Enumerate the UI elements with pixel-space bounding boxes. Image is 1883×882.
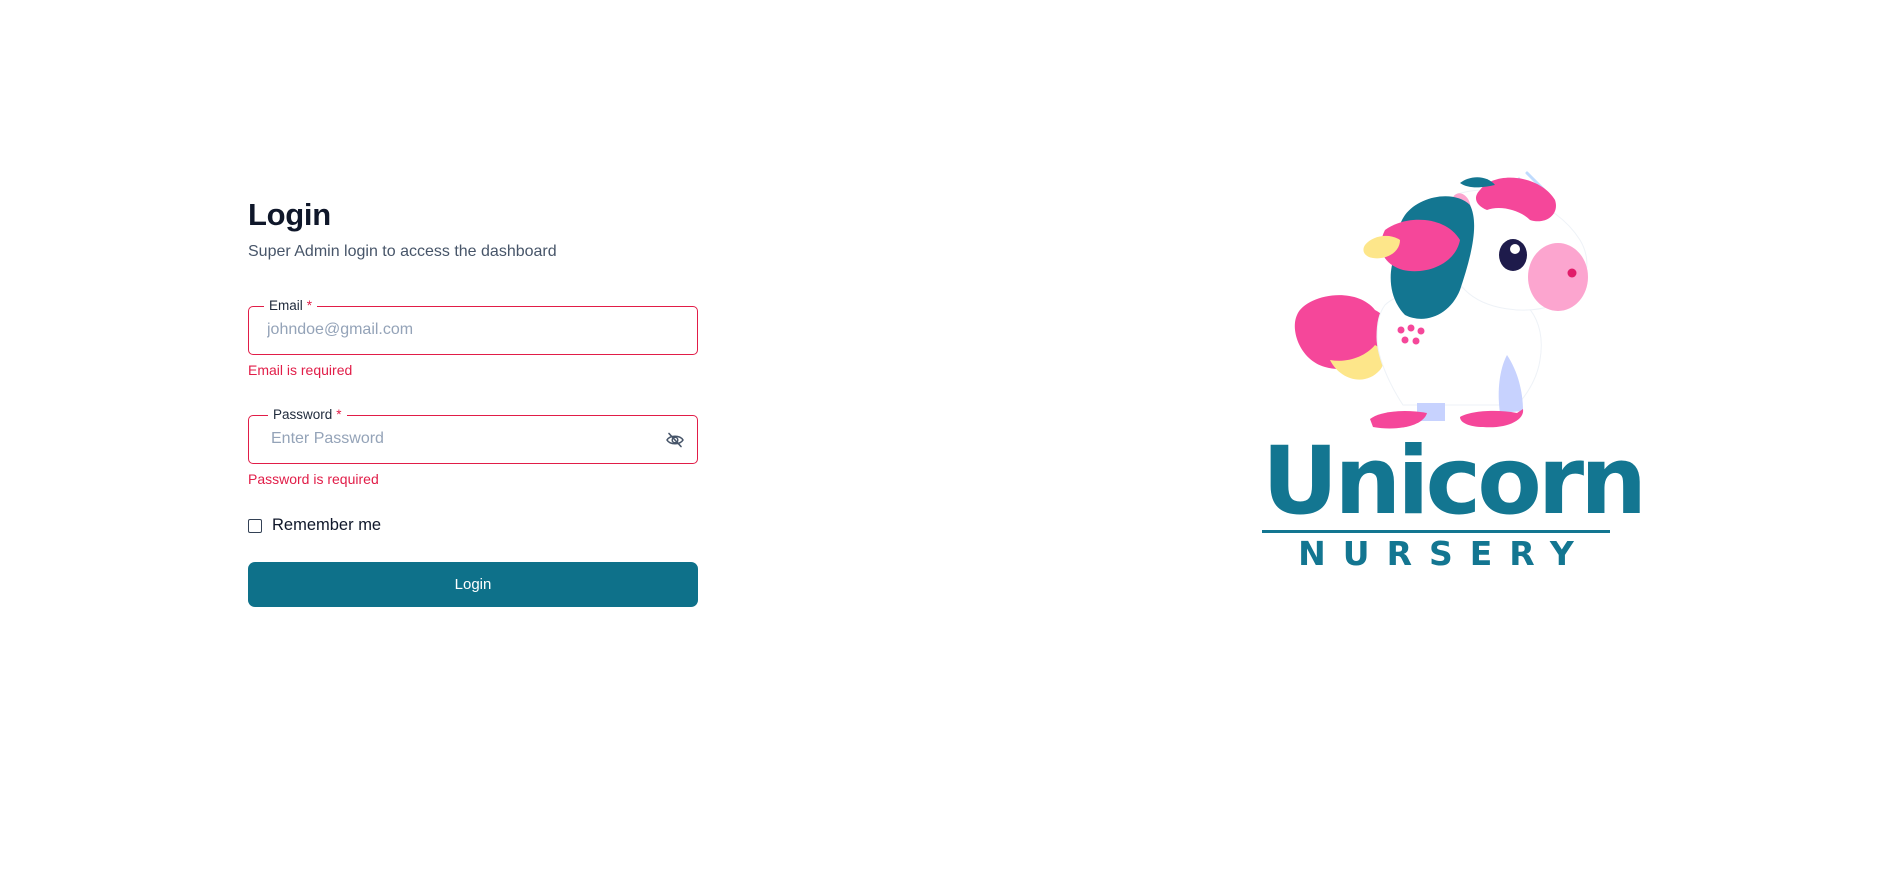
email-error: Email is required: [248, 362, 353, 378]
email-input[interactable]: [267, 307, 647, 353]
login-form: Login Super Admin login to access the da…: [248, 195, 698, 607]
password-field[interactable]: Password *: [248, 407, 698, 464]
email-field[interactable]: Email *: [248, 298, 698, 355]
page-subtitle: Super Admin login to access the dashboar…: [248, 243, 557, 260]
password-error: Password is required: [248, 471, 379, 487]
login-button[interactable]: Login: [248, 562, 698, 607]
password-input[interactable]: [271, 416, 651, 462]
brand-divider: [1262, 530, 1610, 533]
remember-me-label[interactable]: Remember me: [272, 516, 381, 535]
eye-off-icon[interactable]: [665, 430, 685, 450]
login-page: Login Super Admin login to access the da…: [0, 0, 1883, 882]
remember-me-checkbox[interactable]: [248, 518, 262, 533]
page-title: Login: [248, 197, 331, 232]
remember-me-row: Remember me: [248, 516, 698, 535]
brand-tagline: NURSERY: [1298, 534, 1591, 573]
brand-name: Unicorn: [1262, 427, 1647, 536]
